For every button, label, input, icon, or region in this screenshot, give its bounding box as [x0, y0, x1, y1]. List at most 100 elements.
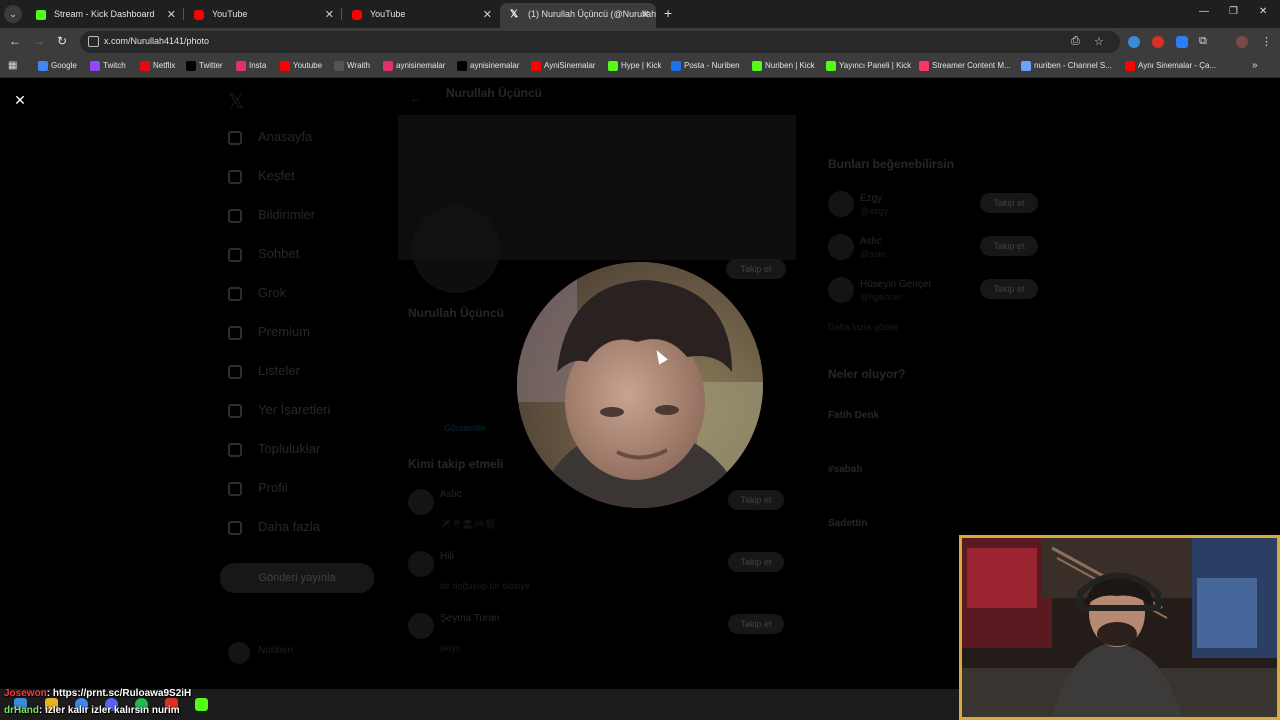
edit-profile-button[interactable]: Takip et: [726, 259, 786, 279]
nav-item-label[interactable]: Grok: [258, 285, 286, 300]
suggestion-name[interactable]: Hüseyin Gençer: [860, 279, 932, 290]
nav-icon[interactable]: [228, 482, 242, 496]
trend-item[interactable]: Sadettin: [828, 518, 867, 529]
app-icon[interactable]: [195, 698, 208, 711]
bookmark-item[interactable]: Insta: [236, 61, 266, 71]
close-icon[interactable]: ✕: [12, 92, 28, 108]
bookmark-item[interactable]: aynisinemalar: [457, 61, 519, 71]
suggestion-name[interactable]: Şeyma Turan: [440, 613, 499, 624]
back-icon[interactable]: ←: [9, 34, 21, 48]
close-icon[interactable]: ✕: [325, 8, 334, 21]
restore-icon[interactable]: ❐: [1229, 6, 1238, 17]
post-button[interactable]: Gönderi yayınla: [220, 563, 374, 593]
nav-item-label[interactable]: Yer İşaretleri: [258, 402, 331, 417]
nav-item-label[interactable]: Bildirimler: [258, 207, 315, 222]
apps-grid-icon[interactable]: ▦: [8, 60, 20, 72]
minimize-icon[interactable]: —: [1199, 6, 1209, 17]
extension-icon[interactable]: [1152, 36, 1164, 48]
nav-icon[interactable]: [228, 170, 242, 184]
account-name[interactable]: Nuriben: [258, 645, 293, 656]
suggestion-avatar[interactable]: [828, 191, 854, 217]
bookmark-item[interactable]: aynisinemalar: [383, 61, 445, 71]
trend-item[interactable]: #sabah: [828, 464, 862, 475]
close-icon[interactable]: ✕: [641, 8, 650, 21]
profile-avatar[interactable]: [1236, 36, 1248, 48]
extensions-puzzle-icon[interactable]: ⧉: [1199, 35, 1207, 48]
site-info-icon[interactable]: [88, 36, 99, 47]
tab-search-icon[interactable]: ⌄: [4, 5, 22, 23]
nav-item-label[interactable]: Sohbet: [258, 246, 299, 261]
bookmark-item[interactable]: Youtube: [280, 61, 322, 71]
bookmark-item[interactable]: Posta - Nuriben: [671, 61, 740, 71]
tab-posts[interactable]: Gönderiler: [444, 423, 486, 433]
follow-button[interactable]: Takip et: [728, 614, 784, 634]
tab-youtube-2[interactable]: YouTube ✕: [342, 3, 498, 28]
bookmark-item[interactable]: Hype | Kick: [608, 61, 661, 71]
nav-item-label[interactable]: Topluluklar: [258, 441, 320, 456]
window-close-icon[interactable]: ✕: [1259, 6, 1267, 17]
menu-icon[interactable]: ⋮: [1261, 35, 1272, 48]
install-icon[interactable]: ⎙: [1071, 35, 1080, 48]
suggestion-avatar[interactable]: [408, 613, 434, 639]
bookmark-item[interactable]: Netflix: [140, 61, 175, 71]
bookmark-item[interactable]: AyniSinemalar: [531, 61, 595, 71]
reload-icon[interactable]: ↻: [57, 34, 67, 48]
follow-button[interactable]: Takip et: [980, 193, 1038, 213]
bookmark-star-icon[interactable]: ☆: [1094, 35, 1104, 48]
follow-button[interactable]: Takip et: [980, 236, 1038, 256]
bookmark-item[interactable]: Streamer Content M...: [919, 61, 1011, 71]
follow-button[interactable]: Takip et: [728, 490, 784, 510]
nav-icon[interactable]: [228, 365, 242, 379]
follow-button[interactable]: Takip et: [728, 552, 784, 572]
nav-item-label[interactable]: Anasayfa: [258, 129, 312, 144]
show-more-link[interactable]: Daha fazla göster: [828, 322, 899, 332]
extension-icon[interactable]: [1128, 36, 1140, 48]
bookmark-item[interactable]: Yayıncı Paneli | Kick: [826, 61, 911, 71]
close-icon[interactable]: ✕: [167, 8, 176, 21]
suggestion-name[interactable]: Aslıc: [860, 236, 882, 247]
url-text[interactable]: x.com/Nurullah4141/photo: [104, 36, 209, 46]
bookmark-item[interactable]: nuriben - Channel S...: [1021, 61, 1112, 71]
forward-icon[interactable]: →: [33, 34, 45, 48]
suggestion-avatar[interactable]: [828, 234, 854, 260]
bookmark-item[interactable]: Twitch: [90, 61, 126, 71]
bookmark-item[interactable]: Wraith: [334, 61, 370, 71]
account-avatar[interactable]: [228, 642, 250, 664]
nav-icon[interactable]: [228, 326, 242, 340]
close-icon[interactable]: ✕: [483, 8, 492, 21]
new-tab-icon[interactable]: +: [664, 5, 672, 21]
tab-x-profile[interactable]: 𝕏 (1) Nurullah Üçüncü (@Nurullah ✕: [500, 3, 656, 28]
nav-icon[interactable]: [228, 209, 242, 223]
bookmark-item[interactable]: Google: [38, 61, 77, 71]
suggestion-name[interactable]: Ezgy: [860, 193, 882, 204]
follow-button[interactable]: Takip et: [980, 279, 1038, 299]
address-bar[interactable]: x.com/Nurullah4141/photo ⎙ ☆: [80, 31, 1120, 53]
tab-youtube-1[interactable]: YouTube ✕: [184, 3, 340, 28]
nav-item-label[interactable]: Daha fazla: [258, 519, 320, 534]
back-arrow-icon[interactable]: ←: [410, 93, 421, 105]
bookmark-item[interactable]: Twitter: [186, 61, 223, 71]
suggestion-bio: ✈️🌴🏖️🎮🎬: [440, 519, 497, 529]
profile-photo-image: [517, 262, 763, 508]
nav-icon[interactable]: [228, 521, 242, 535]
bookmark-item[interactable]: Aynı Sinemalar - Ça...: [1125, 61, 1216, 71]
shield-icon[interactable]: [1176, 36, 1188, 48]
nav-icon[interactable]: [228, 404, 242, 418]
suggestion-avatar[interactable]: [408, 551, 434, 577]
tab-kick-dashboard[interactable]: Stream - Kick Dashboard ✕: [26, 3, 182, 28]
chevron-right-icon[interactable]: »: [1252, 60, 1258, 71]
nav-item-label[interactable]: Profil: [258, 480, 288, 495]
suggestion-name[interactable]: Hili: [440, 551, 454, 562]
nav-icon[interactable]: [228, 131, 242, 145]
nav-icon[interactable]: [228, 287, 242, 301]
nav-icon[interactable]: [228, 443, 242, 457]
trend-item[interactable]: Fatih Denk: [828, 410, 879, 421]
nav-icon[interactable]: [228, 248, 242, 262]
nav-item-label[interactable]: Keşfet: [258, 168, 295, 183]
suggestion-avatar[interactable]: [828, 277, 854, 303]
suggestion-name[interactable]: Aslıc: [440, 489, 462, 500]
suggestion-avatar[interactable]: [408, 489, 434, 515]
nav-item-label[interactable]: Premium: [258, 324, 310, 339]
bookmark-item[interactable]: Nuriben | Kick: [752, 61, 815, 71]
nav-item-label[interactable]: Listeler: [258, 363, 300, 378]
